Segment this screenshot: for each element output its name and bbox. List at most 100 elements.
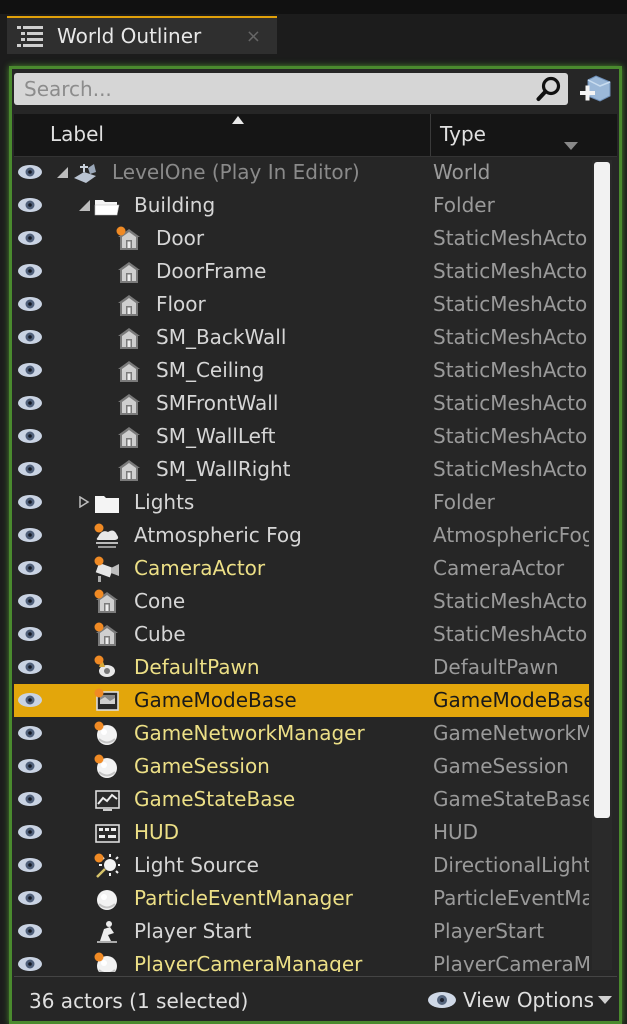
actor-type: ParticleEventManager [433,886,589,910]
game-mode-icon [94,688,119,711]
column-header: Label Type [14,114,617,157]
visibility-eye-icon[interactable] [17,395,43,411]
visibility-eye-icon[interactable] [17,857,43,873]
actor-label: Light Source [134,853,259,877]
actor-label: DefaultPawn [134,655,260,679]
actor-label: Lights [134,490,195,514]
visibility-eye-icon[interactable] [17,197,43,213]
actor-type: PlayerCameraManager [433,952,589,972]
close-icon[interactable]: × [246,26,261,47]
outliner-row[interactable]: Cone StaticMeshActor [14,585,589,618]
actor-label: Floor [156,292,206,316]
outliner-row[interactable]: Floor StaticMeshActor [14,288,589,321]
actor-type: StaticMeshActor [433,226,589,250]
visibility-eye-icon[interactable] [17,923,43,939]
static-mesh-icon [94,589,118,613]
outliner-row[interactable]: DoorFrame StaticMeshActor [14,255,589,288]
expanded-arrow-icon[interactable] [56,166,68,178]
static-mesh-icon [118,262,140,283]
outliner-row[interactable]: PlayerCameraManager PlayerCameraManager [14,948,589,972]
visibility-eye-icon[interactable] [17,494,43,510]
chevron-down-icon[interactable] [564,142,578,150]
search-box[interactable] [14,73,568,105]
expanded-arrow-icon[interactable] [78,199,90,211]
visibility-eye-icon[interactable] [17,461,43,477]
outliner-row[interactable]: SMFrontWall StaticMeshActor [14,387,589,420]
outliner-row[interactable]: GameNetworkManager GameNetworkManager [14,717,589,750]
status-footer: 36 actors (1 selected) View Options [14,976,617,1021]
visibility-eye-icon[interactable] [17,824,43,840]
add-folder-icon[interactable] [580,74,612,104]
tab-title: World Outliner [57,24,202,48]
visibility-eye-icon[interactable] [17,890,43,906]
actor-label: ParticleEventManager [134,886,353,910]
outliner-row[interactable]: Building Folder [14,189,589,222]
tab-world-outliner[interactable]: World Outliner × [7,16,277,54]
outliner-row[interactable]: GameStateBase GameStateBase [14,783,589,816]
visibility-eye-icon[interactable] [17,560,43,576]
collapsed-arrow-icon[interactable] [78,496,90,508]
outliner-row[interactable]: SM_WallRight StaticMeshActor [14,453,589,486]
actor-type: GameStateBase [433,787,589,811]
actor-label: SMFrontWall [156,391,279,415]
outliner-row[interactable]: Light Source DirectionalLight [14,849,589,882]
outliner-row[interactable]: SM_WallLeft StaticMeshActor [14,420,589,453]
visibility-eye-icon[interactable] [17,758,43,774]
type-column-header[interactable]: Type [440,122,486,146]
actor-label: SM_WallLeft [156,424,276,448]
actor-label: LevelOne (Play In Editor) [112,160,360,184]
visibility-eye-icon[interactable] [17,593,43,609]
outliner-row[interactable]: GameModeBase GameModeBase [14,684,589,717]
actor-label: Cube [134,622,186,646]
visibility-eye-icon[interactable] [17,362,43,378]
column-divider[interactable] [430,114,431,156]
actor-label: GameStateBase [134,787,296,811]
label-column-header[interactable]: Label [50,122,104,146]
visibility-eye-icon[interactable] [17,626,43,642]
search-icon[interactable] [536,76,562,102]
outliner-row[interactable]: ParticleEventManager ParticleEventManager [14,882,589,915]
visibility-eye-icon[interactable] [17,296,43,312]
sort-ascending-icon[interactable] [232,116,244,124]
visibility-eye-icon[interactable] [17,725,43,741]
static-mesh-icon [118,328,140,349]
static-mesh-icon [118,295,140,316]
visibility-eye-icon[interactable] [17,692,43,708]
static-mesh-icon [118,427,140,448]
actor-type: World [433,160,491,184]
actor-type: GameSession [433,754,569,778]
scrollbar[interactable] [592,160,612,970]
outliner-row[interactable]: Player Start PlayerStart [14,915,589,948]
visibility-eye-icon[interactable] [17,659,43,675]
actor-type: StaticMeshActor [433,391,589,415]
visibility-eye-icon[interactable] [17,263,43,279]
visibility-eye-icon[interactable] [17,956,43,972]
actor-label: Atmospheric Fog [134,523,302,547]
outliner-row[interactable]: Cube StaticMeshActor [14,618,589,651]
visibility-eye-icon[interactable] [17,428,43,444]
visibility-eye-icon[interactable] [17,329,43,345]
actor-count: 36 actors (1 selected) [29,989,249,1013]
visibility-eye-icon[interactable] [17,230,43,246]
actor-type: AtmosphericFog [433,523,589,547]
atmospheric-fog-icon [94,523,119,548]
view-options-button[interactable]: View Options [427,987,612,1013]
search-input[interactable] [14,73,534,105]
outliner-row[interactable]: HUD HUD [14,816,589,849]
outliner-row[interactable]: CameraActor CameraActor [14,552,589,585]
outliner-row[interactable]: Atmospheric Fog AtmosphericFog [14,519,589,552]
outliner-row[interactable]: GameSession GameSession [14,750,589,783]
outliner-row[interactable]: SM_BackWall StaticMeshActor [14,321,589,354]
actor-label: GameNetworkManager [134,721,365,745]
outliner-icon [17,26,43,47]
visibility-eye-icon[interactable] [17,164,43,180]
actor-type: GameNetworkManager [433,721,589,745]
outliner-row[interactable]: Door StaticMeshActor [14,222,589,255]
scrollbar-thumb[interactable] [594,162,610,818]
outliner-row[interactable]: LevelOne (Play In Editor) World [14,156,589,189]
visibility-eye-icon[interactable] [17,527,43,543]
outliner-row[interactable]: DefaultPawn DefaultPawn [14,651,589,684]
outliner-row[interactable]: SM_Ceiling StaticMeshActor [14,354,589,387]
outliner-row[interactable]: Lights Folder [14,486,589,519]
visibility-eye-icon[interactable] [17,791,43,807]
